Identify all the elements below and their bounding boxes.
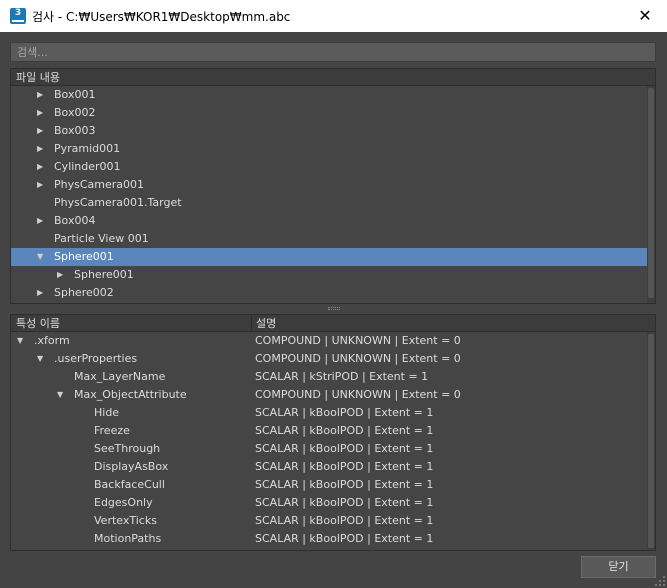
collapsed-arrow-icon[interactable]: ▶ (37, 158, 43, 176)
title-bar: 3 검사 - C:₩Users₩KOR1₩Desktop₩mm.abc ✕ (0, 0, 667, 32)
property-description: SCALAR | kStriPOD | Extent = 1 (255, 370, 429, 383)
property-description: COMPOUND | UNKNOWN | Extent = 0 (255, 388, 461, 401)
close-icon[interactable]: ✕ (635, 6, 655, 26)
property-row[interactable]: ▼ .userProperties COMPOUND | UNKNOWN | Ext… (11, 350, 655, 368)
tree-item-label: Sphere001 (54, 250, 114, 263)
property-description: COMPOUND | UNKNOWN | Extent = 0 (255, 334, 461, 347)
collapsed-arrow-icon[interactable]: ▶ (37, 86, 43, 104)
close-button[interactable]: 닫기 (581, 556, 656, 578)
collapsed-arrow-icon[interactable]: ▶ (37, 212, 43, 230)
property-description: SCALAR | kBoolPOD | Extent = 1 (255, 478, 434, 491)
expanded-arrow-icon[interactable]: ▼ (37, 350, 43, 368)
tree-item[interactable]: ▶ Sphere001 (11, 266, 655, 284)
collapsed-arrow-icon[interactable]: ▶ (37, 176, 43, 194)
property-name: MotionPaths (94, 532, 162, 545)
file-contents-header: 파일 내용 (11, 69, 655, 86)
property-name: VertexTicks (94, 514, 157, 527)
collapsed-arrow-icon[interactable]: ▶ (37, 104, 43, 122)
collapsed-arrow-icon[interactable]: ▶ (37, 140, 43, 158)
file-tree: ▶ Box001 ▶ Box002 ▶ Box003 ▶ Pyramid001 ▶ Cylinde… (11, 86, 655, 302)
collapsed-arrow-icon[interactable]: ▶ (57, 266, 63, 284)
property-name: DisplayAsBox (94, 460, 169, 473)
tree-item-label: Sphere001 (74, 268, 134, 281)
tree-item-label: Particle View 001 (54, 232, 149, 245)
tree-item-label: Box002 (54, 106, 96, 119)
property-name: BackfaceCull (94, 478, 165, 491)
property-description: SCALAR | kBoolPOD | Extent = 1 (255, 406, 434, 419)
tree-item-label: Box004 (54, 214, 96, 227)
property-row[interactable]: MotionPaths SCALAR | kBoolPOD | Extent = … (11, 530, 655, 548)
tree-item-label: Box001 (54, 88, 96, 101)
property-row[interactable]: SeeThrough SCALAR | kBoolPOD | Extent = 1 (11, 440, 655, 458)
tree-item[interactable]: ▶ Pyramid001 (11, 140, 655, 158)
tree-item[interactable]: ▶ Box002 (11, 104, 655, 122)
property-row[interactable]: VertexTicks SCALAR | kBoolPOD | Extent = … (11, 512, 655, 530)
tree-item[interactable]: ▶ Box004 (11, 212, 655, 230)
tree-item-label: Box003 (54, 124, 96, 137)
property-row[interactable]: Hide SCALAR | kBoolPOD | Extent = 1 (11, 404, 655, 422)
property-name: .xform (34, 334, 70, 347)
column-header-property-name[interactable]: 특성 이름 (16, 317, 60, 330)
property-row[interactable]: Max_LayerName SCALAR | kStriPOD | Extent … (11, 368, 655, 386)
search-input[interactable] (10, 42, 656, 62)
property-name: Freeze (94, 424, 130, 437)
property-row[interactable]: EdgesOnly SCALAR | kBoolPOD | Extent = 1 (11, 494, 655, 512)
property-name: EdgesOnly (94, 496, 153, 509)
expanded-arrow-icon[interactable]: ▼ (57, 386, 63, 404)
expanded-arrow-icon[interactable]: ▼ (37, 248, 43, 266)
collapsed-arrow-icon[interactable]: ▶ (37, 284, 43, 302)
tree-item[interactable]: PhysCamera001.Target (11, 194, 655, 212)
resize-grip[interactable] (655, 576, 665, 586)
tree-item[interactable]: Particle View 001 (11, 230, 655, 248)
properties-header: 특성 이름 설명 (11, 315, 655, 332)
properties-tree: ▼ .xform COMPOUND | UNKNOWN | Extent = 0 ▼.… (11, 332, 655, 548)
properties-panel: 특성 이름 설명 ▼ .xform COMPOUND | UNKNOWN | Ext… (10, 314, 656, 551)
property-description: COMPOUND | UNKNOWN | Extent = 0 (255, 352, 461, 365)
property-name: Max_LayerName (74, 370, 166, 383)
file-contents-panel: 파일 내용 ▶ Box001 ▶ Box002 ▶ Box003 ▶ Pyramid001 ▶ C… (10, 68, 656, 304)
column-header-description[interactable]: 설명 (256, 315, 276, 332)
tree-item[interactable]: ▶ PhysCamera001 (11, 176, 655, 194)
property-name: Hide (94, 406, 120, 419)
property-name: SeeThrough (94, 442, 161, 455)
tree-item-label: Pyramid001 (54, 142, 121, 155)
property-description: SCALAR | kBoolPOD | Extent = 1 (255, 532, 434, 545)
file-tree-scrollbar[interactable] (647, 86, 655, 303)
panel-splitter[interactable] (10, 304, 656, 314)
property-description: SCALAR | kBoolPOD | Extent = 1 (255, 424, 434, 437)
property-row[interactable]: ▼ .xform COMPOUND | UNKNOWN | Extent = 0 (11, 332, 655, 350)
tree-item[interactable]: ▶ Cylinder001 (11, 158, 655, 176)
tree-item-label: Cylinder001 (54, 160, 121, 173)
window-title: 검사 - C:₩Users₩KOR1₩Desktop₩mm.abc (32, 10, 291, 24)
app-icon: 3 (10, 8, 26, 24)
property-name: .userProperties (54, 352, 138, 365)
property-description: SCALAR | kBoolPOD | Extent = 1 (255, 496, 434, 509)
tree-item-label: Sphere002 (54, 286, 114, 299)
property-row[interactable]: DisplayAsBox SCALAR | kBoolPOD | Extent =… (11, 458, 655, 476)
property-row[interactable]: BackfaceCull SCALAR | kBoolPOD | Extent =… (11, 476, 655, 494)
property-description: SCALAR | kBoolPOD | Extent = 1 (255, 514, 434, 527)
tree-item[interactable]: ▶ Sphere002 (11, 284, 655, 302)
tree-item-label: PhysCamera001 (54, 178, 145, 191)
property-name: Max_ObjectAttribute (74, 388, 187, 401)
tree-item-label: PhysCamera001.Target (54, 196, 182, 209)
collapsed-arrow-icon[interactable]: ▶ (37, 122, 43, 140)
property-row[interactable]: ▼ Max_ObjectAttribute COMPOUND | UNKNOWN |… (11, 386, 655, 404)
tree-item[interactable]: ▶ Box003 (11, 122, 655, 140)
tree-item[interactable]: ▶ Box001 (11, 86, 655, 104)
property-row[interactable]: Freeze SCALAR | kBoolPOD | Extent = 1 (11, 422, 655, 440)
expanded-arrow-icon[interactable]: ▼ (17, 332, 23, 350)
property-description: SCALAR | kBoolPOD | Extent = 1 (255, 460, 434, 473)
tree-item[interactable]: ▼ Sphere001 (11, 248, 655, 266)
property-description: SCALAR | kBoolPOD | Extent = 1 (255, 442, 434, 455)
properties-scrollbar[interactable] (647, 332, 655, 550)
